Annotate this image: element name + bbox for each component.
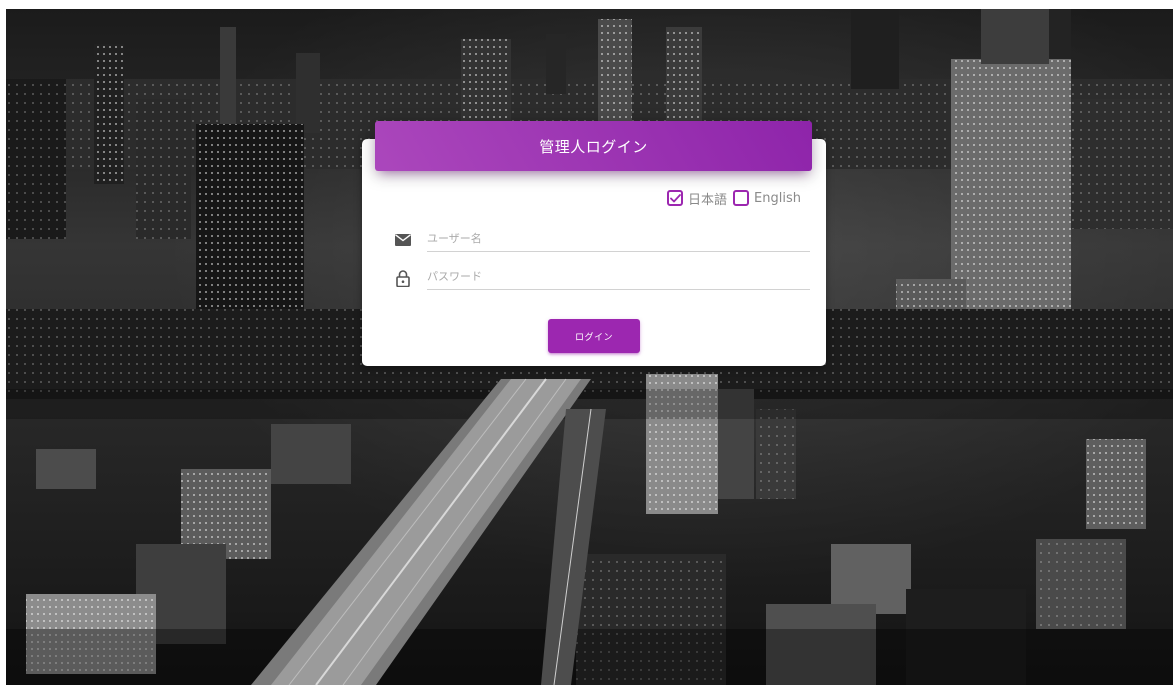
language-label-english: English (754, 190, 801, 206)
checkmark-icon (669, 193, 681, 202)
login-card-header: 管理人ログイン (375, 121, 812, 171)
login-button[interactable]: ログイン (548, 319, 640, 353)
language-label-japanese: 日本語 (688, 192, 728, 208)
lock-icon (394, 269, 412, 287)
login-title: 管理人ログイン (539, 137, 648, 156)
checkbox-english[interactable] (733, 190, 750, 206)
username-field (394, 226, 810, 254)
checkbox-japanese[interactable] (667, 190, 683, 206)
username-input[interactable] (427, 226, 810, 252)
language-selector: 日本語 English (667, 189, 807, 208)
password-field (394, 264, 810, 292)
password-input[interactable] (427, 264, 810, 290)
mail-icon (394, 231, 412, 249)
